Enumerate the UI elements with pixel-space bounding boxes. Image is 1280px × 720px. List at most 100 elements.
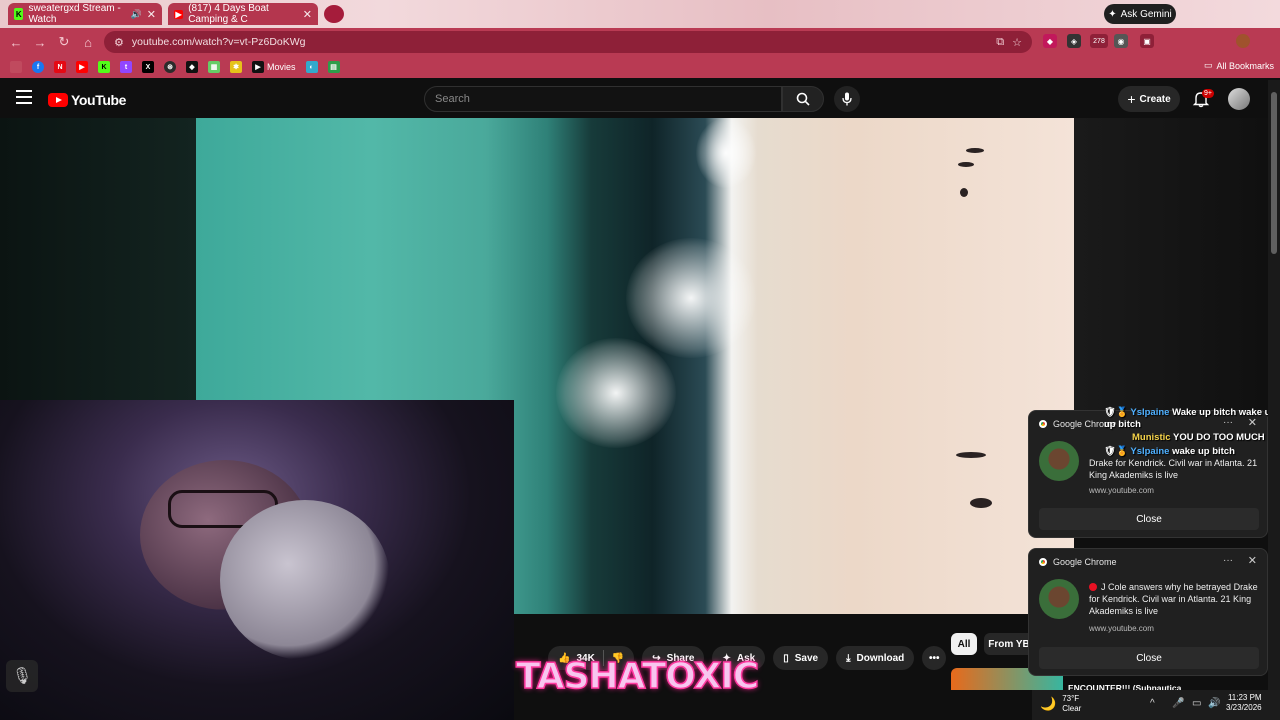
chat-username: Yslpaine	[1130, 407, 1170, 418]
notification-count-badge: 9+	[1202, 89, 1214, 98]
notification-header: Google Chrome	[1039, 557, 1117, 567]
seal-shape	[970, 498, 992, 508]
new-tab-button[interactable]	[324, 5, 344, 23]
more-actions-button[interactable]: •••	[922, 646, 947, 670]
search-input[interactable]: Search	[424, 86, 782, 112]
ask-gemini-button[interactable]: ✦ Ask Gemini	[1104, 4, 1176, 24]
x-icon[interactable]: X	[142, 61, 154, 73]
wave-foam	[556, 338, 676, 448]
ask-gemini-label: Ask Gemini	[1120, 8, 1172, 20]
kick-icon[interactable]: K	[98, 61, 110, 73]
tab-close-icon[interactable]: ✕	[303, 8, 312, 21]
site-info-icon[interactable]: ⚙	[114, 36, 124, 49]
badge-icons: 🛡🏅	[1104, 446, 1131, 457]
menu-icon[interactable]	[16, 90, 32, 104]
install-app-icon[interactable]: ⧉	[996, 36, 1004, 49]
search-button[interactable]	[782, 86, 824, 112]
microphone-icon[interactable]: 🎤	[1172, 698, 1184, 709]
address-bar[interactable]: ⚙ youtube.com/watch?v=vt-Pz6DoKWg ⧉ ☆	[104, 31, 1032, 53]
chip-all[interactable]: All	[951, 633, 977, 655]
extension-icon[interactable]: ◆	[1043, 34, 1057, 48]
url-text: youtube.com/watch?v=vt-Pz6DoKWg	[131, 36, 306, 48]
notification-close-button[interactable]: Close	[1039, 508, 1259, 530]
voice-search-button[interactable]	[834, 86, 860, 112]
extension-icon[interactable]: ◈	[1067, 34, 1081, 48]
tab-youtube[interactable]: ▶ (817) 4 Days Boat Camping & C ✕	[168, 3, 318, 25]
back-icon[interactable]: ←	[8, 34, 24, 50]
all-bookmarks-label: All Bookmarks	[1216, 60, 1275, 71]
tab-sweatergxd[interactable]: K sweatergxd Stream - Watch 🔊 ✕	[8, 3, 162, 25]
profile-avatar[interactable]	[1236, 34, 1250, 48]
extension-icon[interactable]: ▣	[1140, 34, 1154, 48]
notification-close-button[interactable]: Close	[1039, 647, 1259, 669]
chrome-notification[interactable]: Google Chrome ··· ✕ J Cole answers why h…	[1028, 548, 1268, 676]
chat-username: Munistic	[1132, 432, 1171, 443]
seal-shape	[958, 162, 974, 167]
notification-thumbnail	[1039, 441, 1079, 481]
speaker-icon[interactable]: 🔊	[131, 9, 142, 20]
bookmark-icon[interactable]: ▦	[208, 61, 220, 73]
streamer-name-overlay: TASHATOXIC	[515, 655, 760, 698]
notification-thumbnail	[1039, 579, 1079, 619]
save-button[interactable]: ▯ Save	[773, 646, 829, 670]
play-icon: ▶	[252, 61, 264, 73]
muted-mic-icon[interactable]: 🎙	[6, 660, 38, 692]
youtube-icon[interactable]: ▶	[76, 61, 88, 73]
bookmarks-bar: f N ▶ K t X ⊛ ◆ ▦ ✱ ▶ Movies ◐ ▤	[0, 56, 1280, 78]
bookmark-icon: ▯	[783, 652, 789, 664]
twitch-icon[interactable]: t	[120, 61, 132, 73]
download-button[interactable]: ⤓ Download	[836, 646, 915, 670]
bookmark-label: Movies	[267, 62, 296, 72]
youtube-icon: ▶	[174, 9, 184, 19]
forward-icon[interactable]: →	[32, 34, 48, 50]
chip-from[interactable]: From YB	[984, 633, 1034, 655]
bookmark-icon[interactable]	[10, 61, 22, 73]
chrome-icon	[1039, 558, 1047, 566]
live-dot-icon	[1089, 583, 1097, 591]
bookmark-icon[interactable]: ✱	[230, 61, 242, 73]
youtube-play-icon	[48, 93, 68, 107]
notification-source: www.youtube.com	[1089, 624, 1154, 633]
tab-close-icon[interactable]: ✕	[147, 8, 156, 21]
network-icon[interactable]: ▭	[1192, 698, 1201, 709]
extension-icon[interactable]: ◉	[1114, 34, 1128, 48]
system-clock[interactable]: 11:23 PM 3/23/2026	[1226, 693, 1262, 713]
gemini-sparkle-icon: ✦	[1108, 8, 1117, 20]
weather-widget[interactable]: 🌙 73°F Clear	[1040, 694, 1081, 714]
clock-time: 11:23 PM	[1227, 693, 1262, 702]
youtube-wordmark: YouTube	[71, 92, 127, 108]
chevron-up-icon[interactable]: ^	[1150, 698, 1155, 709]
create-label: Create	[1139, 93, 1171, 105]
create-button[interactable]: + Create	[1118, 86, 1180, 112]
reload-icon[interactable]: ↻	[56, 34, 72, 50]
plus-icon: +	[1127, 91, 1136, 107]
bookmark-icon[interactable]: ◆	[186, 61, 198, 73]
ambient-right	[1074, 118, 1268, 418]
youtube-logo[interactable]: YouTube	[48, 92, 126, 108]
bookmark-icon[interactable]: ▤	[327, 61, 340, 73]
account-avatar[interactable]	[1228, 88, 1250, 110]
chatgpt-icon[interactable]: ⊛	[164, 61, 176, 73]
bookmark-icon[interactable]: ◐	[305, 61, 318, 73]
wave-foam	[626, 238, 756, 358]
close-icon[interactable]: ✕	[1248, 554, 1257, 567]
facebook-icon[interactable]: f	[32, 61, 44, 73]
scrollbar-thumb[interactable]	[1271, 92, 1277, 254]
extension-badge[interactable]: 278	[1090, 34, 1108, 48]
all-bookmarks-button[interactable]: ▭ All Bookmarks	[1204, 60, 1274, 71]
clock-date: 3/23/2026	[1226, 703, 1262, 712]
bookmark-star-icon[interactable]: ☆	[1012, 36, 1022, 49]
notification-text: Drake for Kendrick. Civil war in Atlanta…	[1089, 457, 1261, 481]
kick-icon: K	[14, 8, 24, 20]
chat-username: Yslpaine	[1130, 446, 1170, 457]
bookmark-movies[interactable]: ▶ Movies	[252, 61, 296, 73]
volume-icon[interactable]: 🔊	[1208, 698, 1220, 709]
more-options-icon[interactable]: ···	[1223, 555, 1233, 566]
chat-text: YOU DO TOO MUCH	[1173, 432, 1265, 443]
tab-title: (817) 4 Days Boat Camping & C	[188, 3, 269, 25]
netflix-icon[interactable]: N	[54, 61, 66, 73]
home-icon[interactable]: ⌂	[80, 34, 96, 50]
save-label: Save	[794, 652, 819, 664]
wave-foam	[696, 118, 756, 188]
seal-shape	[960, 188, 968, 197]
